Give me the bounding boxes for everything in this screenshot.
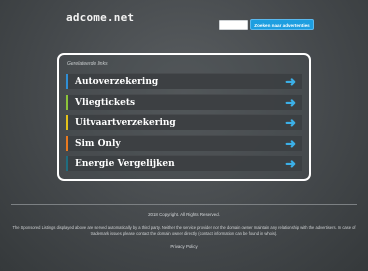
privacy-policy-link[interactable]: Privacy Policy — [0, 244, 368, 249]
link-label: Vliegtickets — [75, 98, 136, 108]
panel-title: Gerelateerde links — [67, 61, 108, 67]
link-item-sim-only[interactable]: Sim Only ➜ — [66, 135, 302, 151]
footer-disclaimer: The Sponsored Listings displayed above a… — [12, 225, 356, 236]
link-item-uitvaartverzekering[interactable]: Uitvaartverzekering ➜ — [66, 114, 302, 130]
site-logo[interactable]: adcome.net — [66, 11, 134, 24]
arrow-right-icon: ➜ — [285, 95, 296, 110]
footer-copyright: 2018 Copyright. All Rights Reserved. — [148, 212, 220, 217]
link-color-bar — [66, 115, 68, 130]
arrow-right-icon: ➜ — [285, 74, 296, 89]
link-item-autoverzekering[interactable]: Autoverzekering ➜ — [66, 73, 302, 89]
arrow-right-icon: ➜ — [285, 115, 296, 130]
arrow-right-icon: ➜ — [285, 156, 296, 171]
link-color-bar — [66, 95, 68, 110]
link-label: Uitvaartverzekering — [75, 118, 176, 128]
link-label: Autoverzekering — [75, 77, 159, 87]
footer-divider — [11, 204, 357, 205]
search-button[interactable]: Zoeken naar advertenties — [250, 19, 314, 30]
related-links-panel: Gerelateerde links Autoverzekering ➜ Vli… — [57, 53, 311, 181]
search-input[interactable] — [219, 20, 248, 30]
link-label: Sim Only — [75, 139, 121, 149]
link-item-vliegtickets[interactable]: Vliegtickets ➜ — [66, 94, 302, 110]
link-color-bar — [66, 136, 68, 151]
link-color-bar — [66, 74, 68, 89]
link-item-energie-vergelijken[interactable]: Energie Vergelijken ➜ — [66, 155, 302, 171]
link-color-bar — [66, 156, 68, 171]
link-label: Energie Vergelijken — [75, 159, 175, 169]
arrow-right-icon: ➜ — [285, 136, 296, 151]
